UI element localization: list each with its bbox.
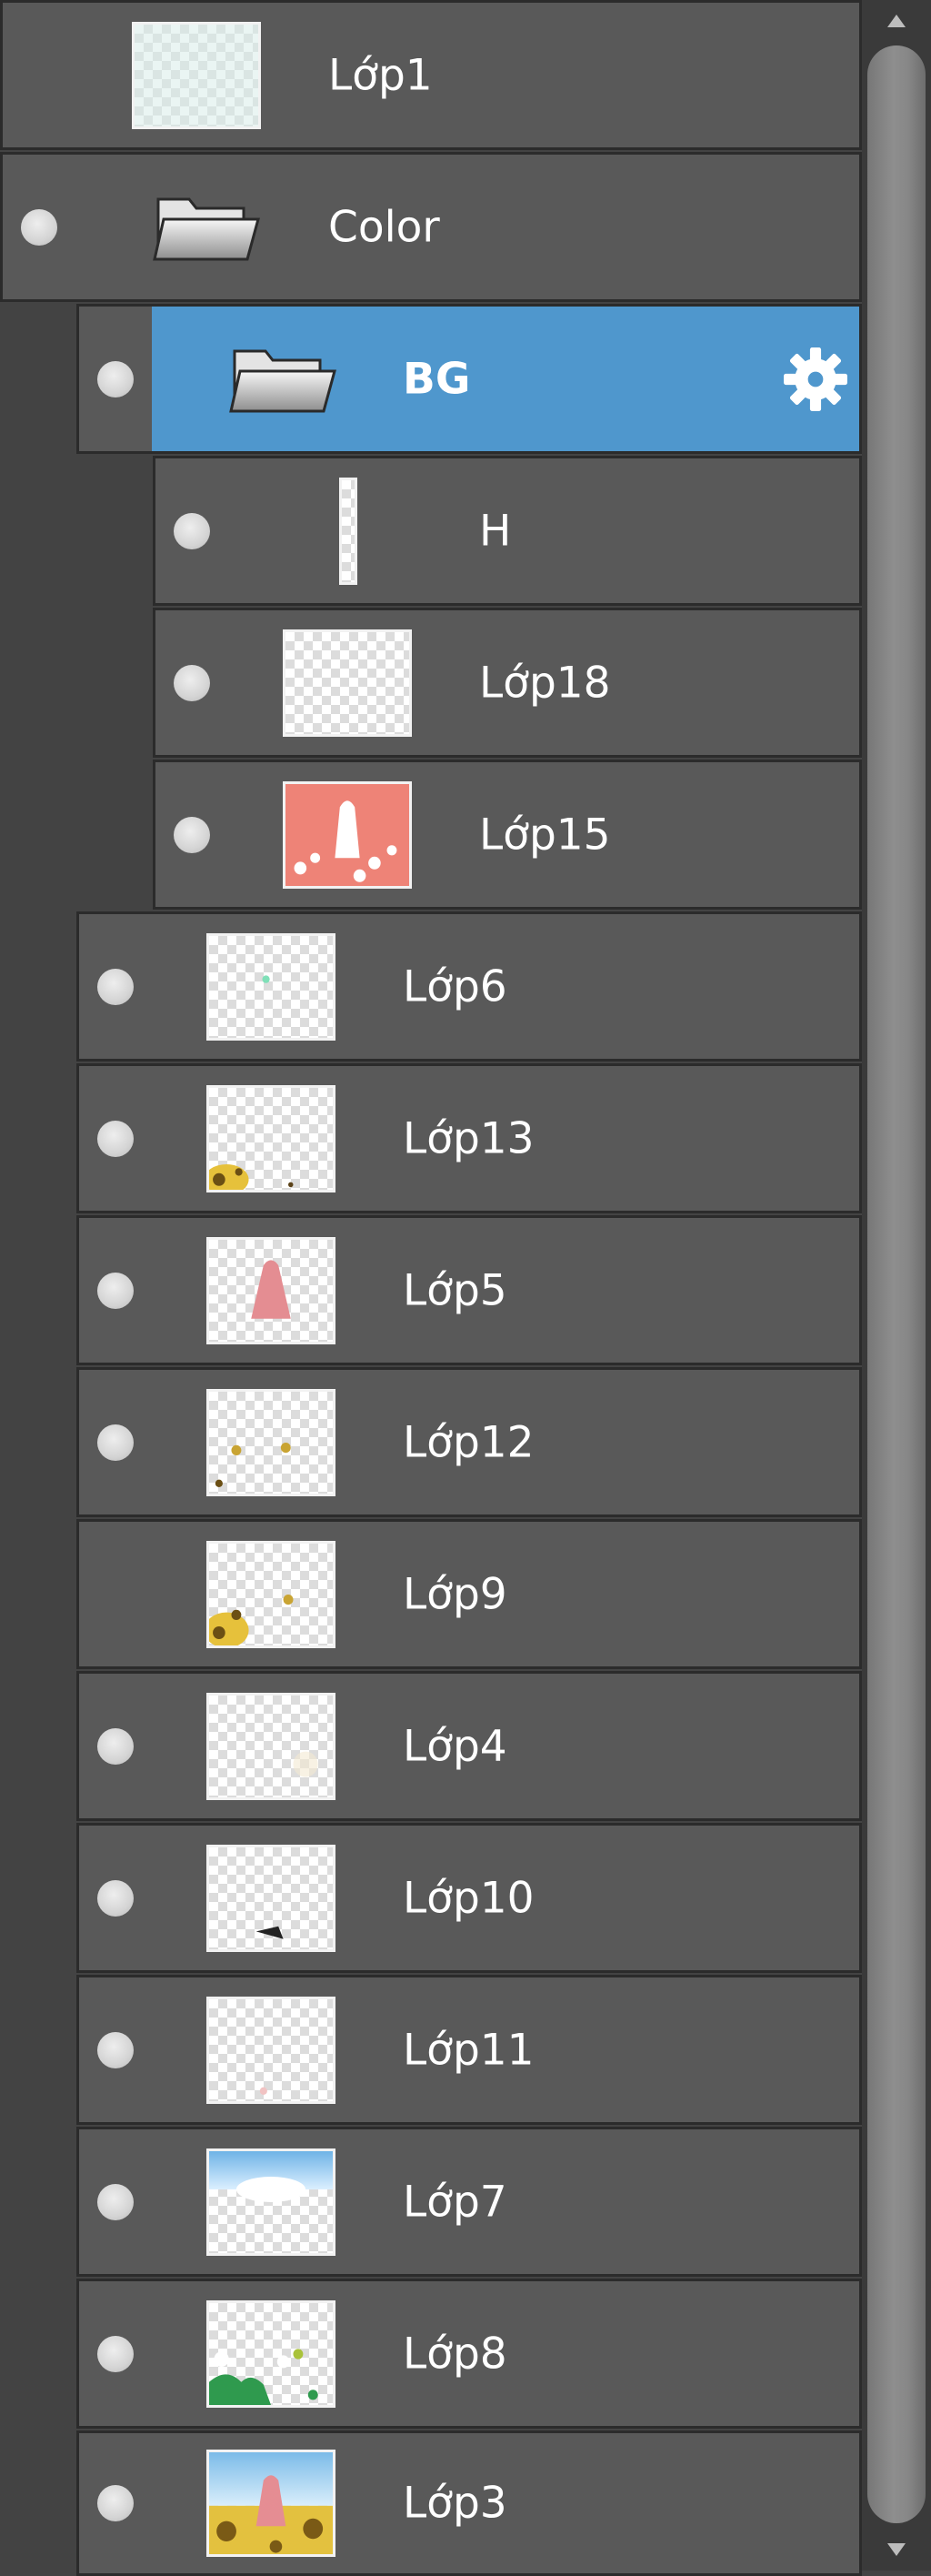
folder-icon (153, 197, 260, 260)
layer-row-lop3[interactable]: Lớp3 (76, 2430, 862, 2576)
layer-row-lop8[interactable]: Lớp8 (76, 2279, 862, 2429)
layer-name: Lớp3 (403, 2478, 507, 2529)
layer-name: Lớp15 (479, 810, 611, 860)
layer-row-lop9[interactable]: Lớp9 (76, 1519, 862, 1669)
layer-thumbnail (206, 1692, 335, 1800)
layer-name: H (479, 506, 512, 556)
layer-thumbnail (206, 1844, 335, 1952)
visibility-toggle[interactable] (174, 816, 210, 853)
layer-name: Lớp1 (328, 50, 433, 100)
layer-row-lop6[interactable]: Lớp6 (76, 911, 862, 1062)
layer-name: Lớp9 (403, 1569, 507, 1619)
layer-thumbnail (206, 2450, 335, 2557)
layer-thumbnail (206, 1236, 335, 1344)
visibility-toggle[interactable] (97, 2335, 134, 2372)
visibility-toggle[interactable] (174, 512, 210, 549)
layer-name: Lớp8 (403, 2329, 507, 2379)
layer-thumbnail (206, 1996, 335, 2104)
layer-name: Lớp6 (403, 961, 507, 1011)
layer-row-lop4[interactable]: Lớp4 (76, 1671, 862, 1821)
visibility-toggle[interactable] (21, 208, 57, 246)
layer-row-h[interactable]: H (153, 456, 862, 606)
layer-row-color[interactable]: Color (0, 152, 862, 302)
visibility-toggle[interactable] (97, 1272, 134, 1309)
layer-name: Lớp12 (403, 1417, 535, 1467)
folder-icon (229, 349, 336, 412)
layer-row-lop10[interactable]: Lớp10 (76, 1823, 862, 1973)
layer-name: Lớp7 (403, 2177, 507, 2227)
layer-name: Color (328, 202, 440, 252)
layer-row-lop11[interactable]: Lớp11 (76, 1975, 862, 2125)
layer-name: Lớp4 (403, 1721, 507, 1771)
layer-name: Lớp13 (403, 1113, 535, 1163)
layer-thumbnail (283, 629, 412, 737)
layer-name: Lớp11 (403, 2025, 535, 2075)
layer-thumbnail (206, 1084, 335, 1192)
visibility-toggle[interactable] (97, 1879, 134, 1917)
layers-panel: Lớp1 Color BG H Lớp18 Lớp15 Lớp6 Lớp13 L… (0, 0, 862, 2576)
layer-name: Lớp18 (479, 658, 611, 708)
layer-thumbnail (206, 1388, 335, 1496)
layer-thumbnail (283, 780, 412, 889)
layer-thumbnail (206, 1540, 335, 1648)
visibility-toggle[interactable] (97, 2183, 134, 2220)
visibility-toggle[interactable] (97, 1120, 134, 1157)
vertical-scrollbar[interactable] (862, 0, 931, 2571)
layer-thumbnail (206, 932, 335, 1041)
visibility-toggle[interactable] (97, 360, 134, 397)
arrow-down-icon[interactable] (862, 2527, 931, 2571)
layer-row-lop13[interactable]: Lớp13 (76, 1063, 862, 1213)
layer-row-lop1[interactable]: Lớp1 (0, 0, 862, 150)
scrollbar-thumb[interactable] (867, 45, 926, 2523)
layer-row-lop15[interactable]: Lớp15 (153, 760, 862, 910)
visibility-toggle[interactable] (97, 2031, 134, 2068)
layer-row-lop7[interactable]: Lớp7 (76, 2127, 862, 2277)
layer-row-lop12[interactable]: Lớp12 (76, 1367, 862, 1517)
visibility-toggle[interactable] (97, 2485, 134, 2521)
layer-row-bg[interactable]: BG (76, 304, 862, 454)
visibility-toggle[interactable] (97, 1424, 134, 1461)
layer-thumbnail (206, 2148, 335, 2256)
layer-row-lop5[interactable]: Lớp5 (76, 1215, 862, 1365)
layer-thumbnail (206, 2299, 335, 2408)
gear-icon[interactable] (781, 345, 850, 414)
layer-thumbnail (339, 477, 357, 585)
arrow-up-icon[interactable] (862, 0, 931, 44)
layer-thumbnail (132, 21, 261, 129)
layer-name: Lớp10 (403, 1873, 535, 1923)
layer-row-lop18[interactable]: Lớp18 (153, 608, 862, 758)
visibility-toggle[interactable] (174, 664, 210, 701)
layer-name: BG (403, 354, 471, 404)
visibility-toggle[interactable] (97, 968, 134, 1005)
visibility-toggle[interactable] (97, 1727, 134, 1765)
layer-name: Lớp5 (403, 1265, 507, 1315)
